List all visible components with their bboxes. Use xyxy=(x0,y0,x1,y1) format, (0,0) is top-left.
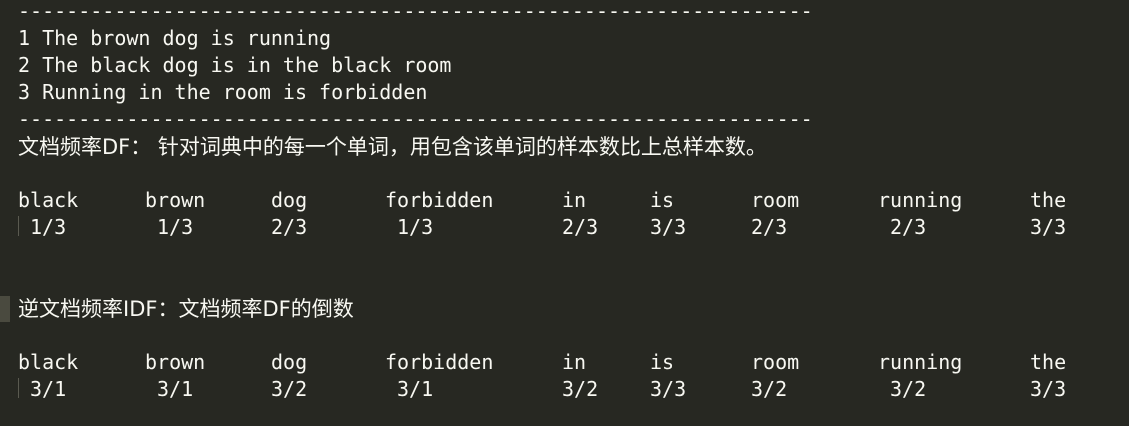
divider-bottom: ----------------------------------------… xyxy=(18,107,813,131)
idf-value-brown: 3/1 xyxy=(157,377,194,401)
df-value-dog: 2/3 xyxy=(271,215,308,239)
idf-word-brown: brown xyxy=(145,350,206,374)
idf-value-the: 3/3 xyxy=(1030,377,1067,401)
sentence-2: 2 The black dog is in the black room xyxy=(18,53,452,77)
idf-value-black: 3/1 xyxy=(30,377,67,401)
df-value-is: 3/3 xyxy=(650,215,687,239)
line-marker xyxy=(0,296,10,322)
idf-value-in: 3/2 xyxy=(562,377,599,401)
df-word-in: in xyxy=(562,188,587,212)
df-word-is: is xyxy=(650,188,675,212)
sentence-1: 1 The brown dog is running xyxy=(18,26,332,50)
df-value-brown: 1/3 xyxy=(157,215,194,239)
idf-value-dog: 3/2 xyxy=(271,377,308,401)
df-value-in: 2/3 xyxy=(562,215,599,239)
idf-word-room: room xyxy=(751,350,800,374)
idf-word-is: is xyxy=(650,350,675,374)
df-value-black: 1/3 xyxy=(30,215,67,239)
idf-word-in: in xyxy=(562,350,587,374)
df-word-the: the xyxy=(1030,188,1067,212)
idf-value-room: 3/2 xyxy=(751,377,788,401)
df-word-brown: brown xyxy=(145,188,206,212)
idf-word-running: running xyxy=(878,350,963,374)
idf-word-the: the xyxy=(1030,350,1067,374)
df-heading: 文档频率DF： 针对词典中的每一个单词，用包含该单词的样本数比上总样本数。 xyxy=(18,135,767,159)
idf-value-running: 3/2 xyxy=(890,377,927,401)
idf-heading: 逆文档频率IDF：文档频率DF的倒数 xyxy=(18,297,354,321)
df-value-running: 2/3 xyxy=(890,215,927,239)
idf-word-forbidden: forbidden xyxy=(385,350,494,374)
idf-word-dog: dog xyxy=(271,350,308,374)
idf-value-is: 3/3 xyxy=(650,377,687,401)
sentence-3: 3 Running in the room is forbidden xyxy=(18,80,428,104)
df-word-room: room xyxy=(751,188,800,212)
text-cursor-mark-2 xyxy=(18,378,19,398)
df-word-dog: dog xyxy=(271,188,308,212)
text-cursor-mark xyxy=(18,216,19,236)
idf-value-forbidden: 3/1 xyxy=(397,377,434,401)
divider-top: ----------------------------------------… xyxy=(18,0,813,23)
df-word-black: black xyxy=(18,188,79,212)
idf-word-black: black xyxy=(18,350,79,374)
df-word-forbidden: forbidden xyxy=(385,188,494,212)
df-value-the: 3/3 xyxy=(1030,215,1067,239)
df-value-forbidden: 1/3 xyxy=(397,215,434,239)
df-value-room: 2/3 xyxy=(751,215,788,239)
df-word-running: running xyxy=(878,188,963,212)
